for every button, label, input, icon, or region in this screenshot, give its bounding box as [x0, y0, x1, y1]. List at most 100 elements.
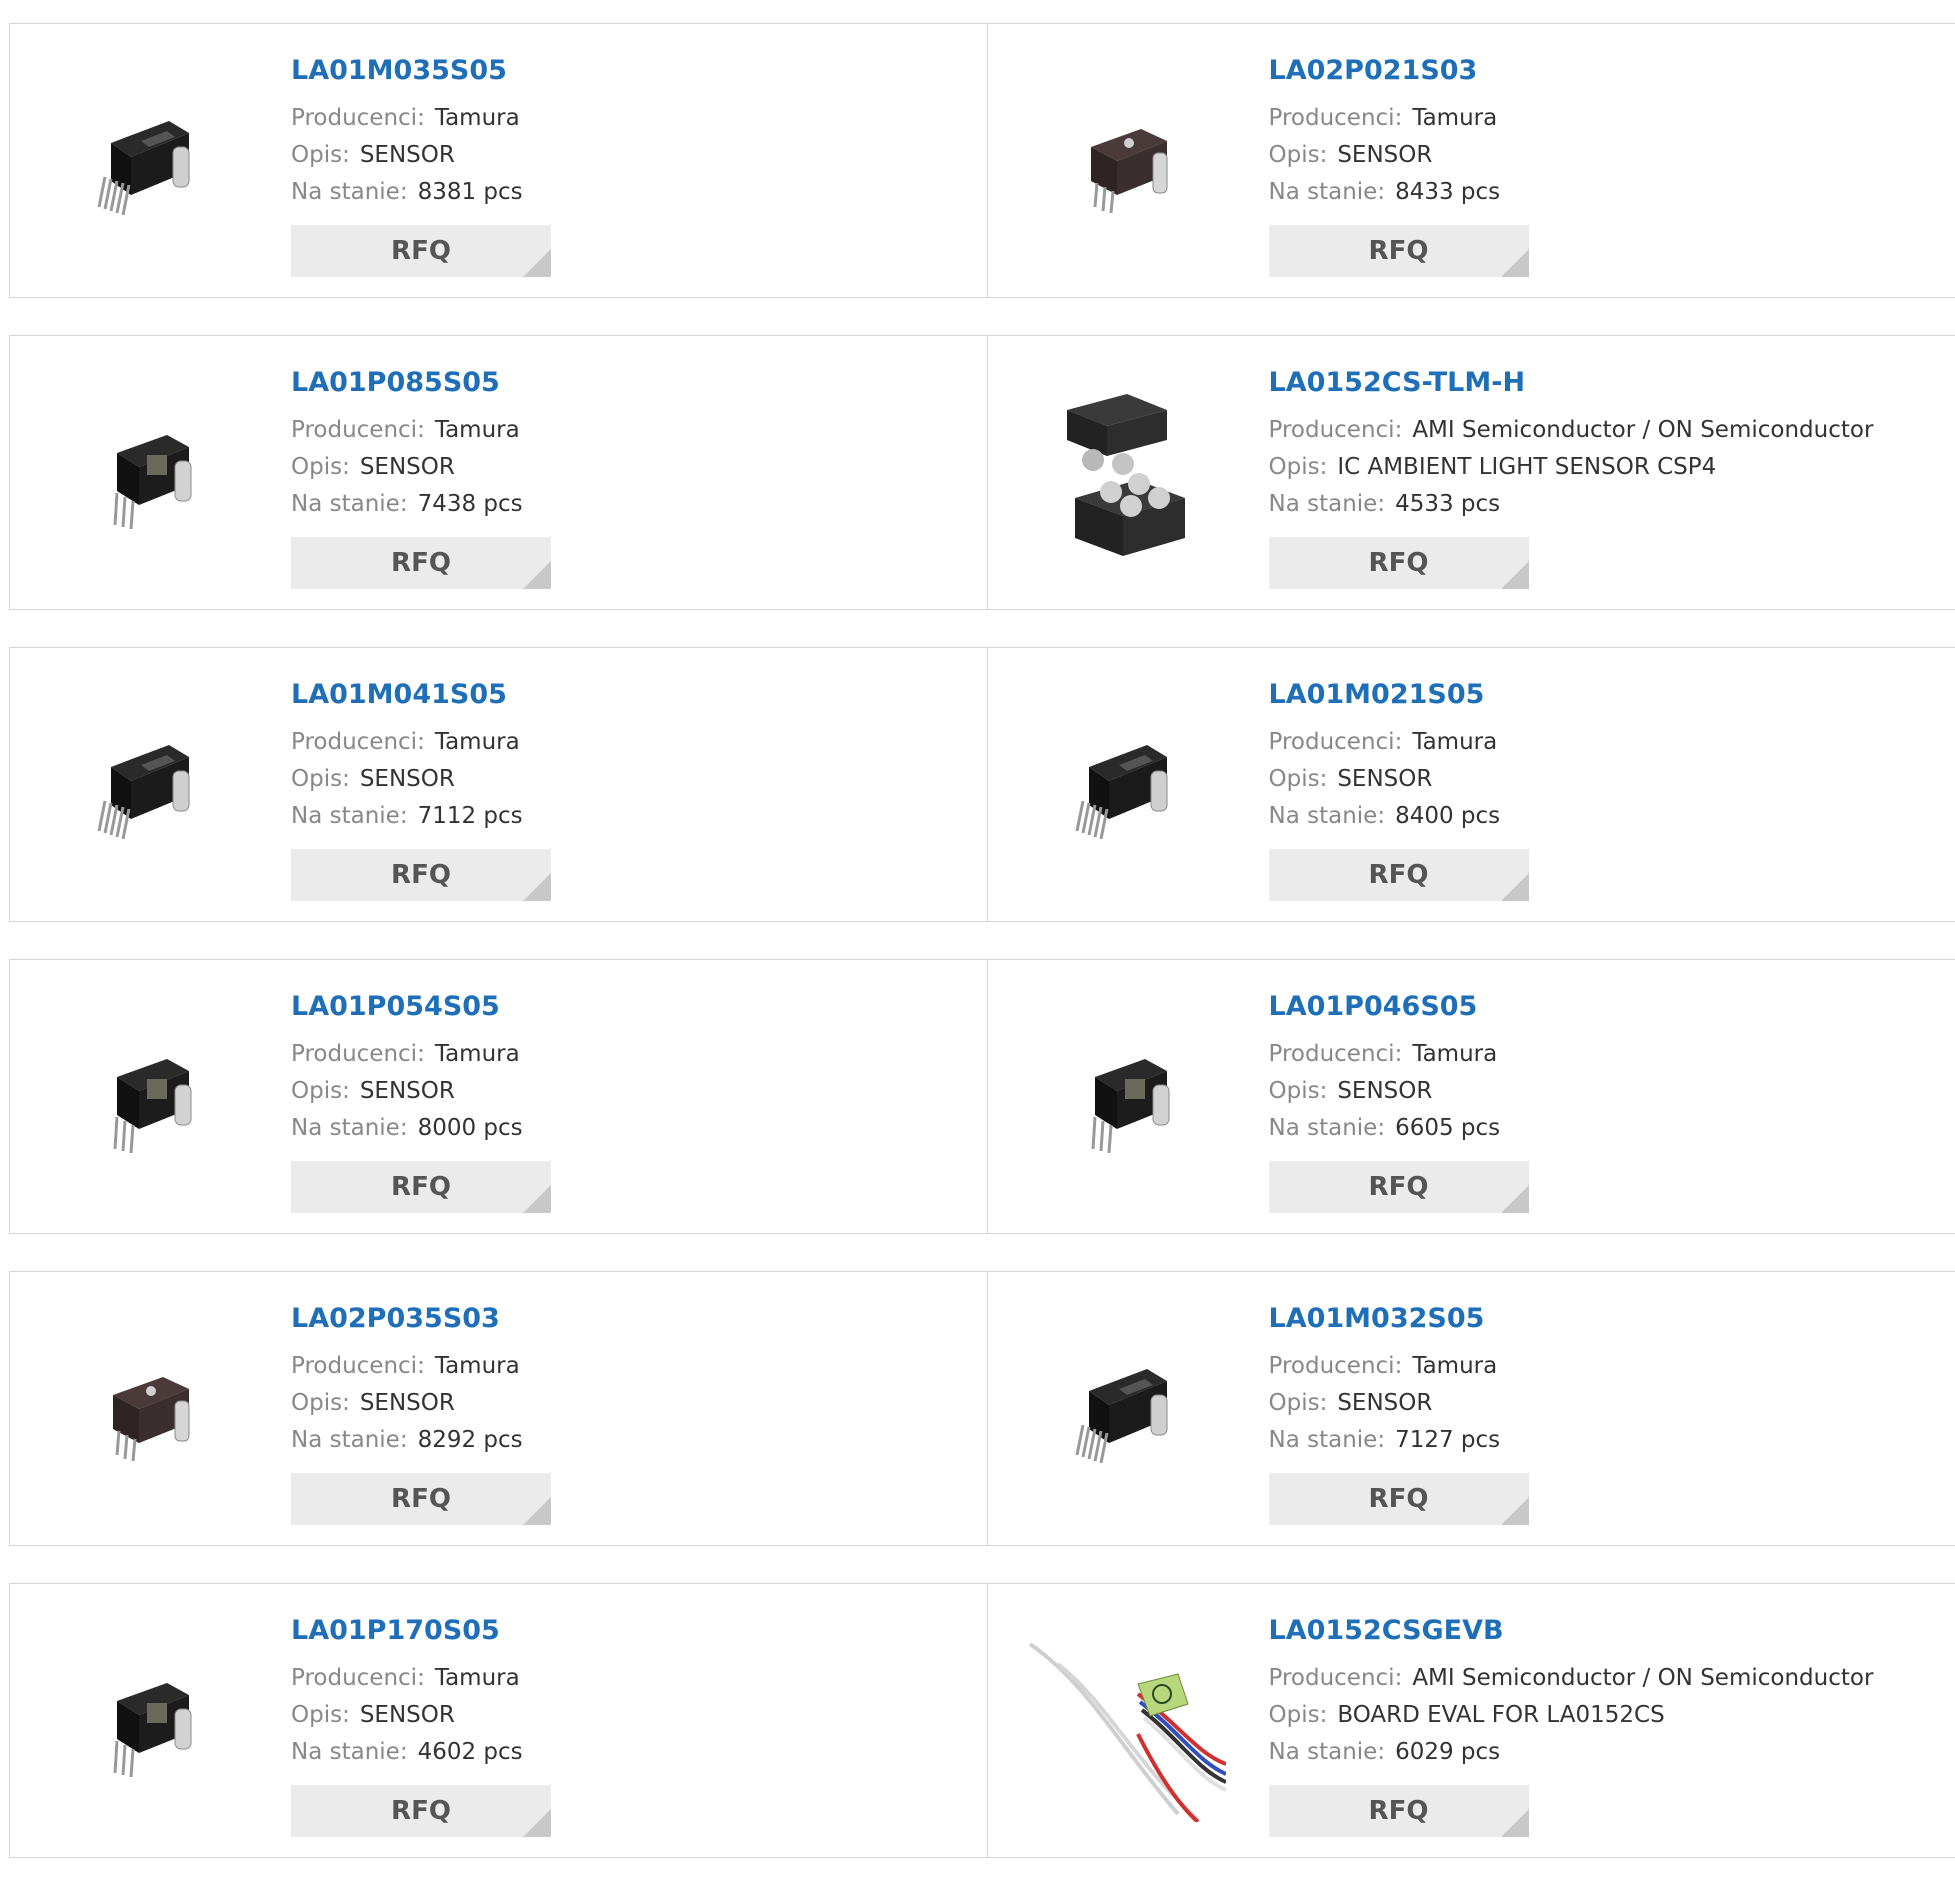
rfq-button[interactable]: RFQ	[1269, 1473, 1529, 1525]
tamura-sensor-3pin-icon[interactable]	[1028, 1000, 1226, 1198]
stock-value: 6029 pcs	[1395, 1739, 1500, 1765]
product-row: LA01P085S05Producenci:TamuraOpis:SENSORN…	[9, 335, 1955, 610]
description-value: SENSOR	[1337, 1390, 1432, 1416]
description-label: Opis:	[291, 1702, 350, 1728]
stock-label: Na stanie:	[291, 491, 408, 517]
product-info: LA01M021S05Producenci:TamuraOpis:SENSORN…	[1269, 678, 1946, 901]
product-card: LA02P035S03Producenci:TamuraOpis:SENSORN…	[10, 1272, 987, 1545]
stock-label: Na stanie:	[1269, 1427, 1386, 1453]
part-number-link[interactable]: LA01M032S05	[1269, 1302, 1946, 1336]
part-number-link[interactable]: LA01M041S05	[291, 678, 977, 712]
stock-value: 6605 pcs	[1395, 1115, 1500, 1141]
tamura-sensor-3pin-brown-icon[interactable]	[50, 1312, 248, 1510]
product-row: LA02P035S03 Producenci: Tamura Opis: SENSOR N…	[9, 1271, 1955, 1546]
stock-value: 7438 pcs	[418, 491, 523, 517]
manufacturer-line: Producenci:AMI Semiconductor / ON Semico…	[1269, 412, 1946, 449]
stock-label: Na stanie:	[291, 1427, 408, 1453]
stock-label: Na stanie:	[1269, 803, 1386, 829]
manufacturer-line: Producenci:Tamura	[291, 412, 977, 449]
description-line: Opis:IC AMBIENT LIGHT SENSOR CSP4	[1269, 449, 1946, 486]
part-number-link[interactable]: LA01P085S05	[291, 366, 977, 400]
manufacturer-line: Producenci:Tamura	[1269, 1036, 1946, 1073]
part-number-link[interactable]: LA0152CS-TLM-H	[1269, 366, 1946, 400]
corner-triangle-icon	[1501, 561, 1529, 589]
tamura-sensor-3pin-icon[interactable]	[50, 376, 248, 574]
product-info: LA0152CSGEVB Producenci:AMI Semiconductor…	[1269, 1614, 1946, 1837]
description-label: Opis:	[1269, 1078, 1328, 1104]
description-value: BOARD EVAL FOR LA0152CS	[1337, 1702, 1664, 1728]
rfq-button[interactable]: RFQ	[1269, 1785, 1529, 1837]
manufacturer-label: Producenci:	[291, 1353, 425, 1379]
rfq-button[interactable]: RFQ	[1269, 225, 1529, 277]
tamura-sensor-5pin-icon[interactable]	[1028, 688, 1226, 886]
description-line: Opis:SENSOR	[1269, 761, 1946, 798]
part-number-link[interactable]: LA01P170S05	[291, 1614, 977, 1648]
stock-value: 4533 pcs	[1395, 491, 1500, 517]
stock-label: Na stanie:	[291, 1115, 408, 1141]
stock-line: Na stanie:6605 pcs	[1269, 1110, 1946, 1147]
eval-board-wires-icon[interactable]	[1028, 1624, 1226, 1822]
description-label: Opis:	[1269, 1702, 1328, 1728]
rfq-button[interactable]: RFQ	[1269, 1161, 1529, 1213]
product-info: LA01M035S05Producenci:TamuraOpis:SENSORN…	[291, 54, 977, 277]
rfq-button[interactable]: RFQ	[291, 1785, 551, 1837]
stock-line: Na stanie: 7438 pcs	[291, 486, 977, 523]
part-number-link[interactable]: LA01M021S05	[1269, 678, 1946, 712]
tamura-sensor-5pin-icon[interactable]	[1028, 1312, 1226, 1510]
part-number-link[interactable]: LA02P035S03	[291, 1302, 977, 1336]
stock-label: Na stanie:	[1269, 179, 1386, 205]
rfq-label: RFQ	[391, 236, 451, 266]
description-label: Opis:	[1269, 1390, 1328, 1416]
corner-triangle-icon	[1501, 1497, 1529, 1525]
manufacturer-line: Producenci:Tamura	[291, 100, 977, 137]
stock-value: 8400 pcs	[1395, 803, 1500, 829]
manufacturer-line: Producenci:AMI Semiconductor / ON Semico…	[1269, 1660, 1946, 1697]
description-value: SENSOR	[1337, 766, 1432, 792]
rfq-button[interactable]: RFQ	[1269, 537, 1529, 589]
product-info: LA01M041S05Producenci:TamuraOpis:SENSORN…	[291, 678, 977, 901]
tamura-sensor-5pin-icon[interactable]	[50, 688, 248, 886]
part-number-link[interactable]: LA01P054S05	[291, 990, 977, 1024]
product-card: LA01M032S05Producenci:TamuraOpis:SENSORN…	[987, 1272, 1955, 1545]
rfq-button[interactable]: RFQ	[291, 1161, 551, 1213]
description-line: Opis:SENSOR	[291, 1073, 977, 1110]
stock-line: Na stanie:8381 pcs	[291, 174, 977, 211]
product-row: LA01M041S05Producenci:TamuraOpis:SENSORN…	[9, 647, 1955, 922]
manufacturer-line: Producenci:Tamura	[1269, 100, 1946, 137]
rfq-button[interactable]: RFQ	[291, 225, 551, 277]
rfq-button[interactable]: RFQ	[291, 537, 551, 589]
manufacturer-line: Producenci: Tamura	[291, 1348, 977, 1385]
manufacturer-value: Tamura	[435, 1353, 520, 1379]
stock-value: 8433 pcs	[1395, 179, 1500, 205]
manufacturer-value: Tamura	[435, 1041, 520, 1067]
manufacturer-value: Tamura	[435, 729, 520, 755]
rfq-button[interactable]: RFQ	[291, 849, 551, 901]
description-line: Opis:SENSOR	[1269, 1073, 1946, 1110]
corner-triangle-icon	[523, 873, 551, 901]
stock-line: Na stanie:4602 pcs	[291, 1734, 977, 1771]
part-number-link[interactable]: LA01M035S05	[291, 54, 977, 88]
tamura-sensor-3pin-brown-icon[interactable]	[1028, 64, 1226, 262]
stock-label: Na stanie:	[291, 1739, 408, 1765]
rfq-button[interactable]: RFQ	[1269, 849, 1529, 901]
description-label: Opis:	[291, 766, 350, 792]
stock-line: Na stanie:8000 pcs	[291, 1110, 977, 1147]
rfq-button[interactable]: RFQ	[291, 1473, 551, 1525]
csp4-chip-icon[interactable]	[1028, 376, 1226, 574]
manufacturer-label: Producenci:	[1269, 729, 1403, 755]
product-info: LA02P035S03Producenci:TamuraOpis:SENSORN…	[291, 1302, 977, 1525]
part-number-link[interactable]: LA0152CSGEVB	[1269, 1614, 1946, 1648]
part-number-link[interactable]: LA01P046S05	[1269, 990, 1946, 1024]
stock-label: Na stanie:	[291, 803, 408, 829]
stock-line: Na stanie:7112 pcs	[291, 798, 977, 835]
rfq-label: RFQ	[1369, 1796, 1429, 1826]
tamura-sensor-3pin-icon[interactable]	[50, 1000, 248, 1198]
manufacturer-line: Producenci:Tamura	[291, 1660, 977, 1697]
tamura-sensor-3pin-icon[interactable]	[50, 1624, 248, 1822]
tamura-sensor-5pin-icon[interactable]	[50, 64, 248, 262]
description-line: Opis:SENSOR	[291, 449, 977, 486]
description-value: SENSOR	[1337, 142, 1432, 168]
manufacturer-value: AMI Semiconductor / ON Semiconductor	[1412, 417, 1873, 443]
description-value: SENSOR	[360, 1078, 455, 1104]
part-number-link[interactable]: LA02P021S03	[1269, 54, 1946, 88]
